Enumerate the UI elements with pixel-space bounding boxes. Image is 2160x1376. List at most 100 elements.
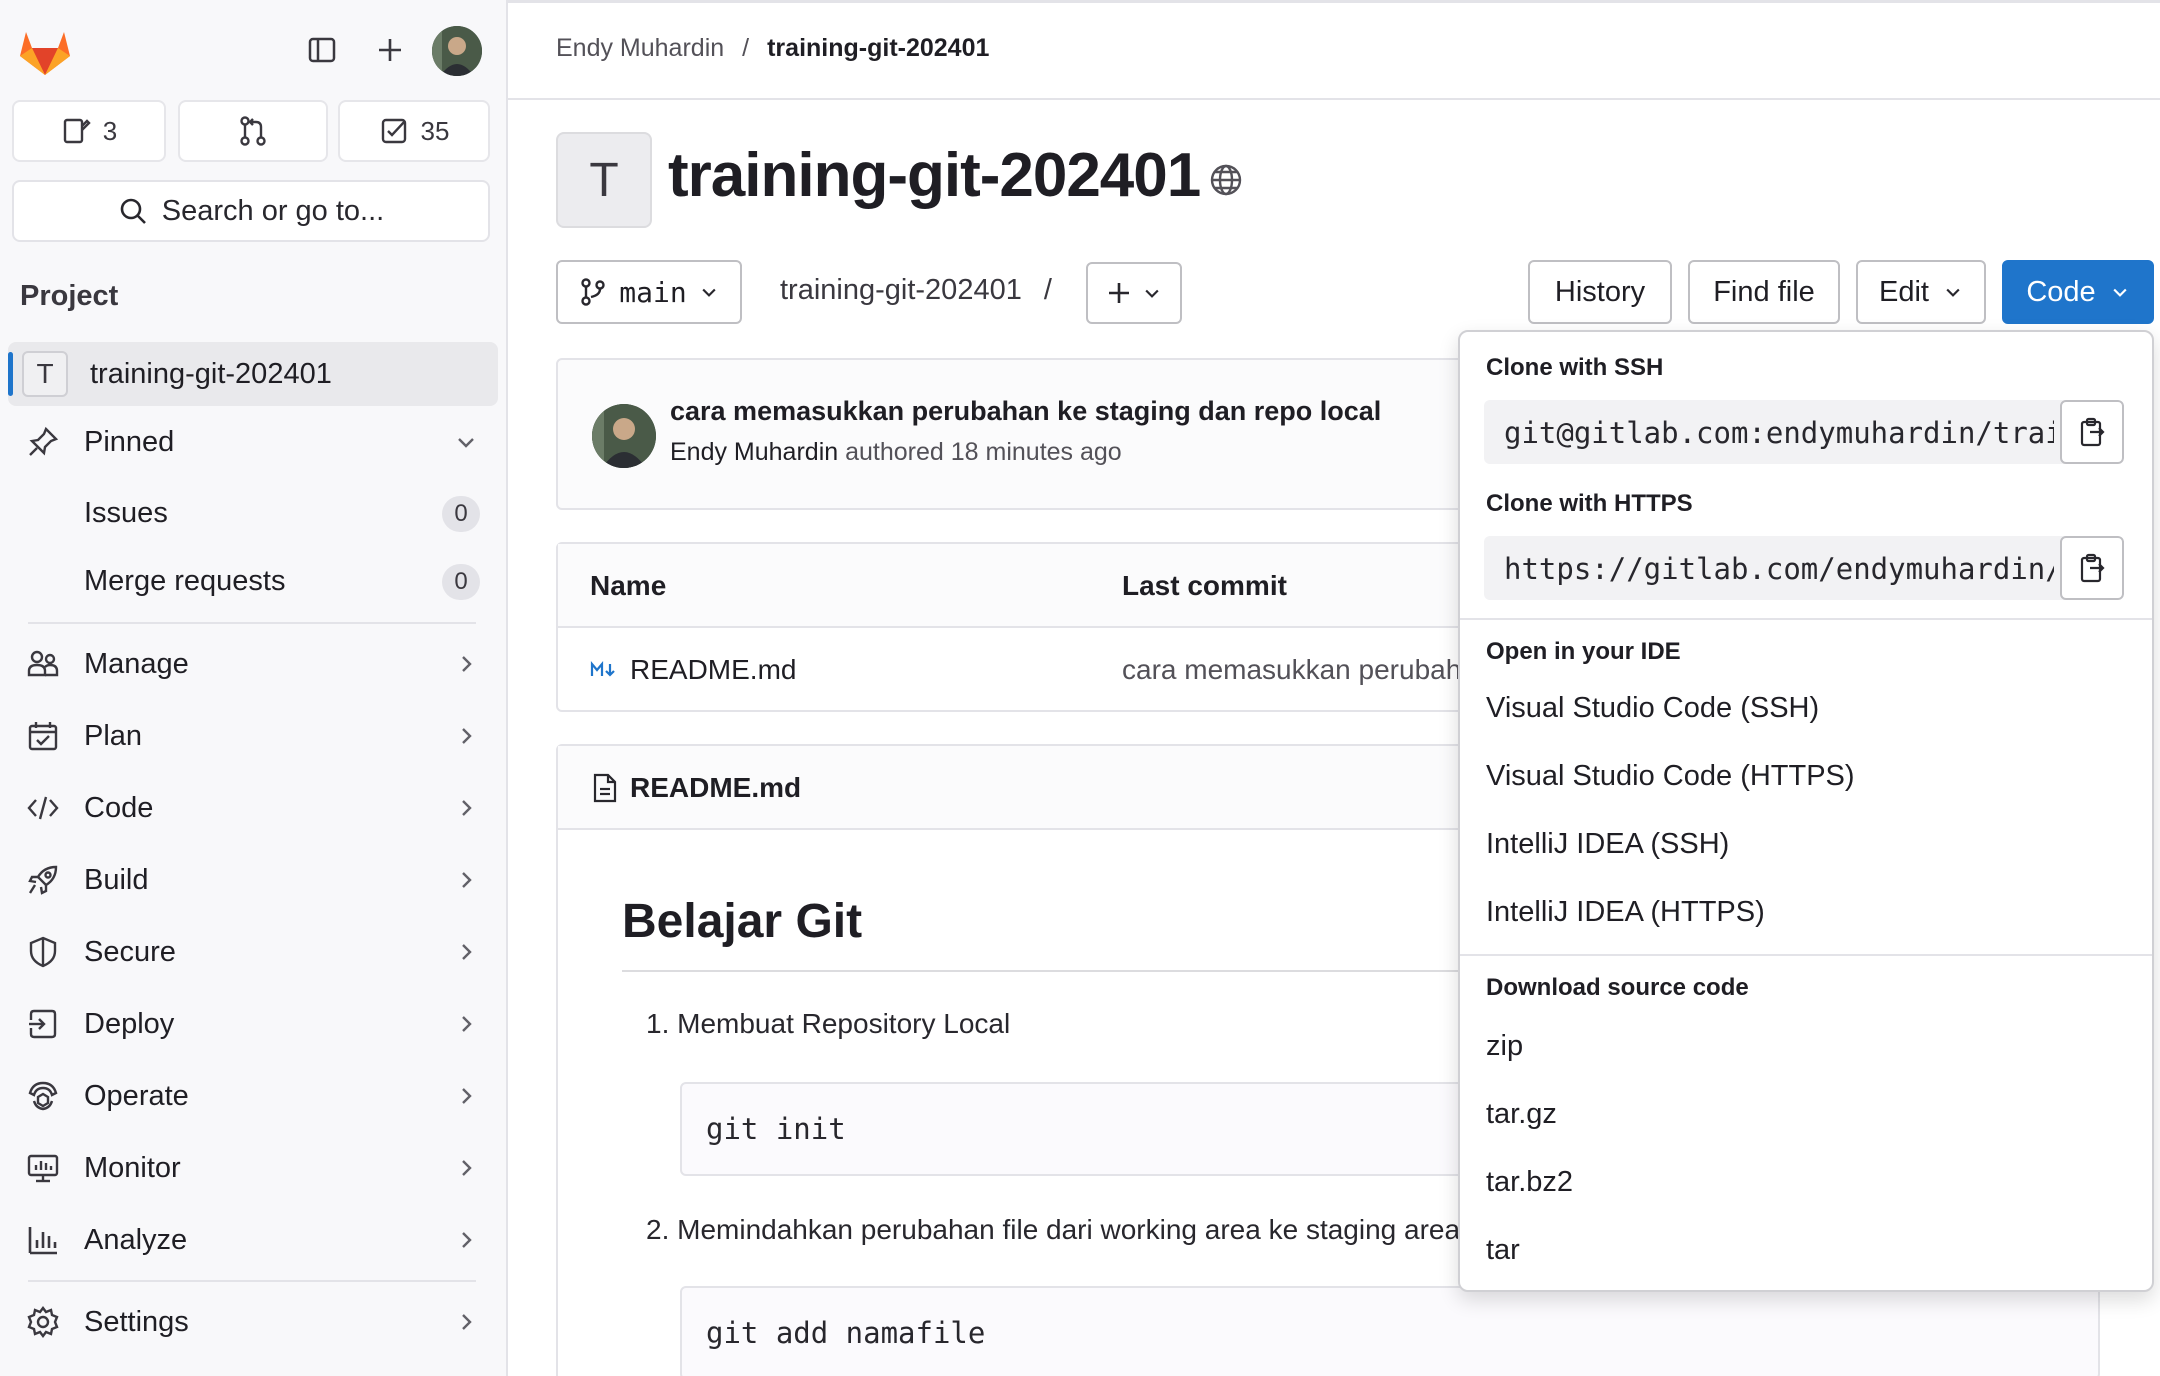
readme-heading: Belajar Git (622, 895, 863, 948)
sidebar-section-title: Project (20, 280, 119, 312)
chevron-right-icon (462, 1314, 472, 1330)
sidebar-item-label: Code (84, 791, 154, 824)
new-item-plus-icon[interactable] (368, 28, 412, 72)
sidebar-item-label: Settings (84, 1305, 189, 1338)
download-zip[interactable]: zip (1486, 1030, 1523, 1063)
sidebar-item-code[interactable]: Code (8, 776, 498, 840)
sidebar-project-name: training-git-202401 (90, 357, 332, 390)
open-vscode-https[interactable]: Visual Studio Code (HTTPS) (1486, 760, 1855, 793)
markdown-file-icon (590, 660, 615, 677)
sidebar-item-plan[interactable]: Plan (8, 704, 498, 768)
globe-visibility-icon (1210, 164, 1242, 196)
search-button[interactable]: Search or go to... (12, 180, 490, 242)
issues-count: 3 (102, 115, 118, 146)
code-block: git add namafile (680, 1286, 2100, 1376)
chevron-right-icon (462, 944, 472, 960)
chevron-right-icon (462, 1232, 472, 1248)
sidebar-item-analyze[interactable]: Analyze (8, 1208, 498, 1272)
deploy-icon (29, 1009, 57, 1039)
todo-count: 35 (420, 115, 450, 146)
project-avatar-large: T (556, 132, 652, 228)
readme-list-item: 2. Memindahkan perubahan file dari worki… (646, 1214, 1461, 1245)
breadcrumb-separator: / (742, 34, 750, 62)
clone-https-field[interactable]: https://gitlab.com/endymuhardin/training… (1484, 536, 2124, 600)
manage-icon (27, 650, 59, 677)
download-tar-gz[interactable]: tar.gz (1486, 1098, 1557, 1131)
open-intellij-https[interactable]: IntelliJ IDEA (HTTPS) (1486, 896, 1765, 929)
history-button[interactable]: History (1528, 260, 1672, 324)
column-header-last-commit: Last commit (1122, 570, 1287, 601)
sidebar-item-secure[interactable]: Secure (8, 920, 498, 984)
gitlab-logo[interactable] (18, 26, 72, 76)
code-dropdown-button[interactable]: Code (2002, 260, 2154, 324)
sidebar-toggle-icon[interactable] (300, 28, 344, 72)
breadcrumb: Endy Muhardin / training-git-202401 (556, 34, 989, 63)
clone-https-url[interactable]: https://gitlab.com/endymuhardin/training… (1504, 552, 2054, 586)
download-tar-bz2[interactable]: tar.bz2 (1486, 1166, 1573, 1199)
file-name-link[interactable]: README.md (630, 654, 796, 686)
copy-ssh-button[interactable] (2060, 400, 2124, 464)
repository-path-root[interactable]: training-git-202401 (780, 274, 1022, 306)
chevron-down-icon (1145, 289, 1159, 298)
repository-path: training-git-202401 / (780, 274, 1052, 307)
sidebar-item-merge-requests[interactable]: Merge requests 0 (8, 549, 498, 613)
add-to-tree-button[interactable] (1086, 262, 1182, 324)
find-file-button[interactable]: Find file (1688, 260, 1840, 324)
sidebar-item-deploy[interactable]: Deploy (8, 992, 498, 1056)
clone-ssh-label: Clone with SSH (1486, 354, 1664, 381)
user-avatar[interactable] (432, 26, 482, 76)
edit-dropdown-button[interactable]: Edit (1856, 260, 1986, 324)
merge-requests-counter-button[interactable] (178, 100, 328, 162)
sidebar-divider (28, 622, 476, 624)
sidebar-item-label: Plan (84, 719, 143, 752)
open-intellij-ssh[interactable]: IntelliJ IDEA (SSH) (1486, 828, 1729, 861)
breadcrumb-owner[interactable]: Endy Muhardin (556, 34, 724, 63)
chevron-right-icon (462, 1088, 472, 1104)
sidebar-item-label: Operate (84, 1079, 189, 1112)
plan-icon (28, 722, 58, 751)
sidebar-item-pinned[interactable]: Pinned (8, 410, 498, 474)
sidebar-project-link[interactable]: T training-git-202401 (8, 342, 498, 406)
monitor-icon (27, 1154, 59, 1183)
sidebar-item-settings[interactable]: Settings (8, 1290, 498, 1354)
breadcrumb-project[interactable]: training-git-202401 (767, 34, 989, 63)
sidebar-item-label: Monitor (84, 1151, 181, 1184)
clone-ssh-field[interactable]: git@gitlab.com:endymuhardin/training-git… (1484, 400, 2124, 464)
issues-counter-button[interactable]: 3 (12, 100, 166, 162)
sidebar-item-label: Deploy (84, 1007, 175, 1040)
chevron-right-icon (462, 728, 472, 744)
sidebar-item-operate[interactable]: Operate (8, 1064, 498, 1128)
merge-request-icon (240, 116, 266, 146)
code-label: Code (2026, 275, 2096, 308)
copy-https-button[interactable] (2060, 536, 2124, 600)
project-avatar: T (22, 351, 68, 397)
download-tar[interactable]: tar (1486, 1234, 1520, 1267)
chevron-right-icon (462, 872, 472, 888)
chevron-right-icon (462, 1160, 472, 1176)
readme-filename[interactable]: README.md (630, 772, 801, 804)
open-vscode-ssh[interactable]: Visual Studio Code (SSH) (1486, 692, 1819, 725)
sidebar-item-monitor[interactable]: Monitor (8, 1136, 498, 1200)
commit-author-avatar[interactable] (592, 404, 656, 468)
merge-requests-badge: 0 (442, 564, 480, 600)
sidebar-item-label: Merge requests (84, 564, 286, 597)
code-icon (27, 796, 59, 820)
chevron-down-icon (458, 438, 474, 448)
secure-icon (29, 936, 57, 968)
operate-icon (28, 1081, 58, 1111)
chevron-right-icon (462, 800, 472, 816)
branch-selector-button[interactable]: main (556, 260, 742, 324)
sidebar-item-build[interactable]: Build (8, 848, 498, 912)
chevron-down-icon (1946, 288, 1960, 297)
sidebar-item-manage[interactable]: Manage (8, 632, 498, 696)
commit-author-link[interactable]: Endy Muhardin (670, 438, 838, 466)
todo-counter-button[interactable]: 35 (338, 100, 490, 162)
build-icon (28, 865, 58, 895)
branch-icon (581, 278, 605, 306)
todo-icon (381, 118, 406, 144)
clone-ssh-url[interactable]: git@gitlab.com:endymuhardin/training-git… (1504, 416, 2054, 450)
plus-icon (1109, 283, 1129, 303)
copy-clipboard-icon (2080, 417, 2105, 447)
sidebar-item-issues[interactable]: Issues 0 (8, 481, 498, 545)
commit-title-link[interactable]: cara memasukkan perubahan ke staging dan… (670, 396, 1381, 427)
